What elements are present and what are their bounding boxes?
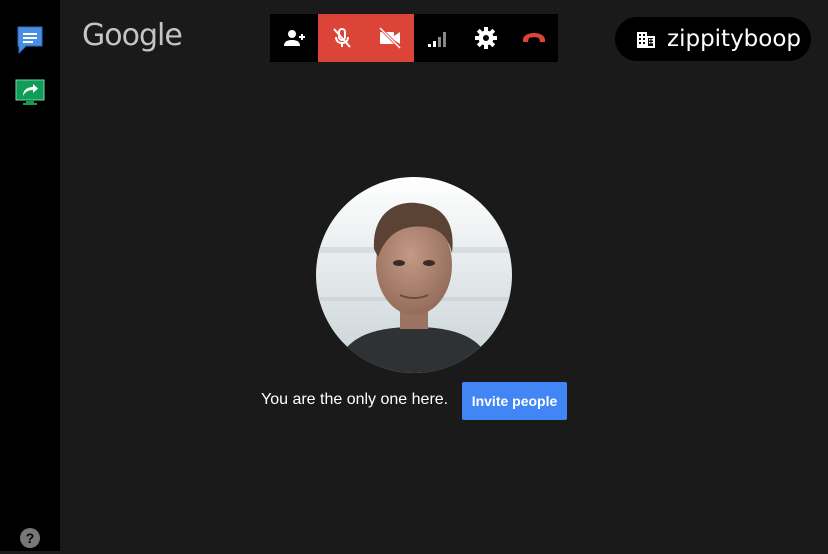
- chat-icon: [17, 26, 43, 55]
- participant-avatar: [316, 177, 512, 373]
- hang-up-icon: [523, 33, 545, 42]
- settings-button[interactable]: [462, 14, 510, 62]
- invite-people-button[interactable]: Invite people: [462, 382, 567, 420]
- empty-room-message: You are the only one here.: [261, 391, 449, 408]
- room-name-pill[interactable]: zippityboop: [615, 17, 811, 61]
- hang-up-button[interactable]: [510, 14, 558, 62]
- room-name: zippityboop: [667, 26, 802, 52]
- building-icon: [637, 32, 655, 48]
- present-screen-icon: [15, 79, 45, 105]
- connection-signal-button[interactable]: [414, 14, 462, 62]
- mute-microphone-button[interactable]: [318, 14, 366, 62]
- svg-text:?: ?: [26, 530, 35, 546]
- present-screen-button[interactable]: [14, 76, 46, 108]
- gear-icon: [475, 27, 497, 49]
- chat-button[interactable]: [14, 24, 46, 56]
- call-toolbar: [270, 14, 558, 62]
- camera-off-icon: [378, 26, 402, 50]
- add-person-button[interactable]: [270, 14, 318, 62]
- mic-off-icon: [333, 28, 351, 48]
- turn-off-camera-button[interactable]: [366, 14, 414, 62]
- help-button[interactable]: ?: [19, 527, 41, 549]
- left-sidebar: ?: [0, 0, 60, 551]
- signal-icon: [428, 32, 446, 47]
- add-person-icon: [284, 30, 305, 46]
- help-icon: ?: [20, 528, 40, 548]
- google-logo: Google: [82, 18, 183, 53]
